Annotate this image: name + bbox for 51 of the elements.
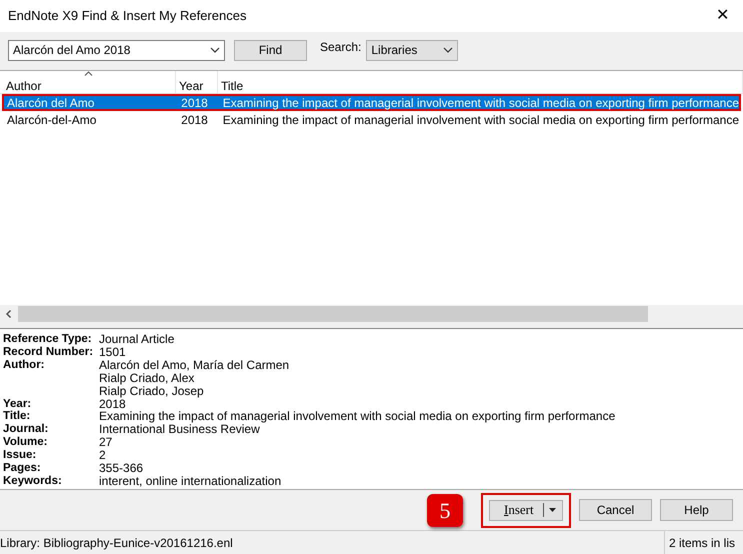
status-library: Library: Bibliography-Eunice-v20161216.enl: [0, 534, 233, 552]
field-label: Volume:: [3, 436, 49, 450]
field-value: 1501: [99, 346, 126, 359]
search-combo[interactable]: Alarcón del Amo 2018: [8, 40, 225, 60]
title-cell-text: Examining the impact of managerial involvement with social media on exporting firm performance: [222, 94, 739, 112]
chevron-down-icon: [210, 47, 220, 53]
insert-button[interactable]: Insert: [489, 500, 563, 520]
field-label: Record Number:: [3, 346, 94, 359]
field-value: Alarcón del Amo, María del Carmen: [99, 358, 290, 372]
field-value: 355-366: [99, 462, 144, 475]
field-label: Issue:: [3, 449, 38, 462]
scope-dropdown[interactable]: Libraries: [366, 40, 458, 60]
field-label: Title:: [3, 410, 32, 424]
field-value: 2: [99, 449, 106, 462]
caret-icon: [549, 508, 556, 512]
window-title: EndNote X9 Find & Insert My References: [8, 7, 246, 26]
field-label: Reference Type:: [3, 333, 93, 346]
find-button[interactable]: Find: [234, 40, 307, 60]
field-value: Examining the impact of managerial involvement with social media on exporting firm performance: [99, 410, 616, 424]
field-value: 27: [99, 436, 112, 450]
field-value: International Business Review: [99, 423, 260, 436]
step-badge: 5: [427, 494, 463, 526]
table-row[interactable]: Alarcón-del-Amo 2018 Examining the impact of managerial involvement with social media on exporting firm performance: [2, 111, 741, 128]
field-value: Rialp Criado, Alex: [99, 372, 194, 385]
search-label: Search:: [320, 39, 362, 56]
sort-ascending-icon: [84, 71, 92, 76]
title-cell-text: Examining the impact of managerial involvement with social media on exporting firm performance: [222, 112, 739, 128]
column-header[interactable]: Author: [0, 71, 176, 93]
column-header[interactable]: Title: [218, 71, 743, 93]
field-value: interent, online internationalization: [99, 474, 282, 488]
year-cell-text: 2018: [180, 94, 209, 112]
scrollbar-thumb[interactable]: [18, 306, 648, 322]
dialog-button[interactable]: Cancel: [579, 499, 652, 521]
horizontal-scrollbar[interactable]: [0, 305, 743, 323]
author-cell-text: Alarcón del Amo: [6, 94, 96, 112]
close-button[interactable]: ✕: [710, 8, 735, 24]
field-label: Journal:: [3, 423, 50, 436]
chevron-down-icon: [443, 47, 454, 53]
field-label: Pages:: [3, 462, 42, 475]
field-value: Rialp Criado, Josep: [99, 384, 204, 398]
dialog-button[interactable]: Help: [660, 499, 733, 521]
author-cell-text: Alarcón-del-Amo: [6, 112, 98, 128]
field-value: Journal Article: [99, 333, 174, 346]
year-cell-text: 2018: [180, 112, 209, 128]
status-count: 2 items in lis: [664, 531, 743, 554]
field-label: Keywords:: [3, 474, 63, 488]
field-label: Author:: [3, 358, 46, 372]
column-header[interactable]: Year: [176, 71, 218, 93]
field-value: 2018: [99, 398, 126, 410]
table-row[interactable]: Alarcón del Amo 2018 Examining the impact of managerial involvement with social media on exporting firm performance: [2, 94, 741, 111]
field-label: Year:: [3, 398, 32, 410]
